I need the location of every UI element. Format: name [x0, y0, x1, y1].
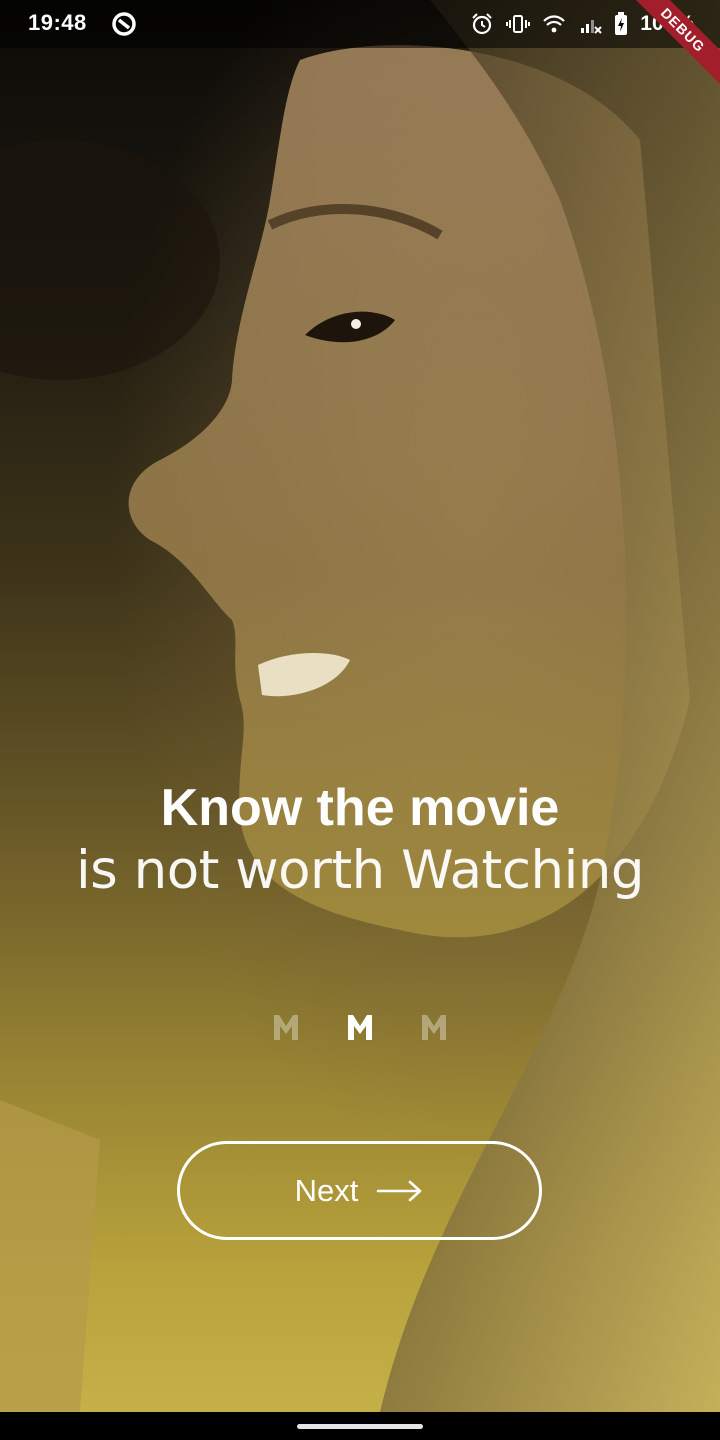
onboarding-headline: Know the movie is not worth Watching: [0, 778, 720, 904]
signal-icon: [578, 12, 602, 36]
vibrate-icon: [506, 12, 531, 36]
wifi-icon: [542, 12, 566, 36]
next-button-label: Next: [294, 1172, 359, 1208]
battery-charging-icon: [614, 12, 628, 36]
page-indicator-dot-active[interactable]: [346, 1012, 374, 1042]
alarm-icon: [470, 12, 494, 36]
page-indicator-dot[interactable]: [420, 1012, 448, 1042]
page-indicator: [0, 1012, 720, 1046]
arrow-right-icon: [376, 1179, 424, 1203]
page-indicator-dot[interactable]: [272, 1012, 300, 1042]
headline-subtitle: is not worth Watching: [75, 840, 645, 901]
headline-title: Know the movie: [160, 779, 560, 837]
next-button[interactable]: Next: [177, 1141, 542, 1240]
home-gesture-handle[interactable]: [297, 1424, 423, 1429]
status-time: 19:48: [28, 10, 87, 35]
sync-circle-icon: [110, 10, 138, 38]
onboarding-screen: 19:48 100% DEBUG Know the movie is: [0, 0, 720, 1440]
status-bar: 19:48 100%: [0, 0, 720, 48]
